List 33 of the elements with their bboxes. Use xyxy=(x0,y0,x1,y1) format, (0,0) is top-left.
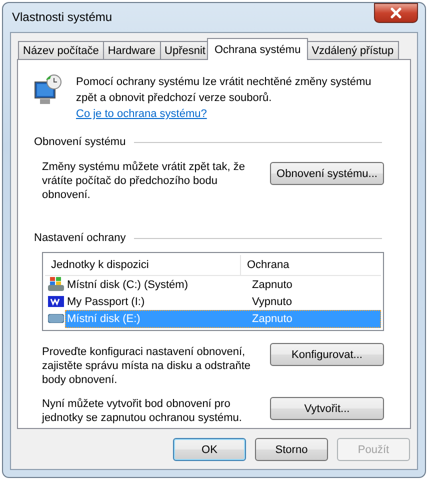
configure-description: Proveďte konfiguraci nastavení obnovení, zajistěte správu místa na disku a odstraňte body obnovení. xyxy=(42,345,252,387)
create-button[interactable]: Vytvořit... xyxy=(270,397,384,420)
tab[interactable]: Název počítače xyxy=(18,41,104,60)
restore-description: Změny systému můžete vrátit zpět tak, že vrátíte počítač do předchozího bodu obnovení. xyxy=(42,160,246,202)
section-heading: Nastavení ochrany xyxy=(34,232,126,244)
drive-row[interactable]: Místní disk (C:) (Systém) Zapnuto xyxy=(65,276,381,294)
protection-status: Vypnuto xyxy=(251,296,292,308)
help-link[interactable]: Co je to ochrana systému? xyxy=(76,108,207,120)
protection-status: Zapnuto xyxy=(251,312,292,324)
protection-status: Zapnuto xyxy=(251,278,292,290)
system-restore-button[interactable]: Obnovení systému... xyxy=(270,162,384,185)
intro-paragraph: Pomocí ochrany systému lze vrátit nechtěné změny systému zpět a obnovit předchozí verze souborů. Co je to ochrana systému? xyxy=(76,75,372,122)
drive-name: Místní disk (E:) xyxy=(66,312,142,324)
window-title: Vlastnosti systému xyxy=(11,10,112,24)
tab[interactable]: Vzdálený přístup xyxy=(306,41,399,60)
drive-icon xyxy=(48,277,64,292)
dialog-button[interactable]: OK xyxy=(173,438,246,461)
section-heading: Obnovení systému xyxy=(34,136,126,148)
drive-name: Místní disk (C:) (Systém) xyxy=(66,278,190,290)
computer-restore-icon xyxy=(34,74,62,106)
column-header[interactable]: Jednotky k dispozici xyxy=(45,255,241,275)
create-description: Nyní můžete vytvořit bod obnovení pro jednotky se zapnutou ochranou systému. xyxy=(42,397,243,425)
drive-name: My Passport (I:) xyxy=(66,296,146,308)
column-header[interactable]: Ochrana xyxy=(241,259,290,271)
close-icon xyxy=(389,6,403,18)
close-button[interactable] xyxy=(374,2,418,22)
drive-icon xyxy=(48,314,64,323)
configure-button[interactable]: Konfigurovat... xyxy=(270,343,384,366)
dialog-button[interactable]: Storno xyxy=(255,438,328,461)
tab[interactable]: Ochrana systému xyxy=(207,38,308,60)
drive-row[interactable]: My Passport (I:) Vypnuto xyxy=(65,292,381,310)
drive-icon xyxy=(48,296,64,307)
tab[interactable]: Hardware xyxy=(102,41,161,60)
